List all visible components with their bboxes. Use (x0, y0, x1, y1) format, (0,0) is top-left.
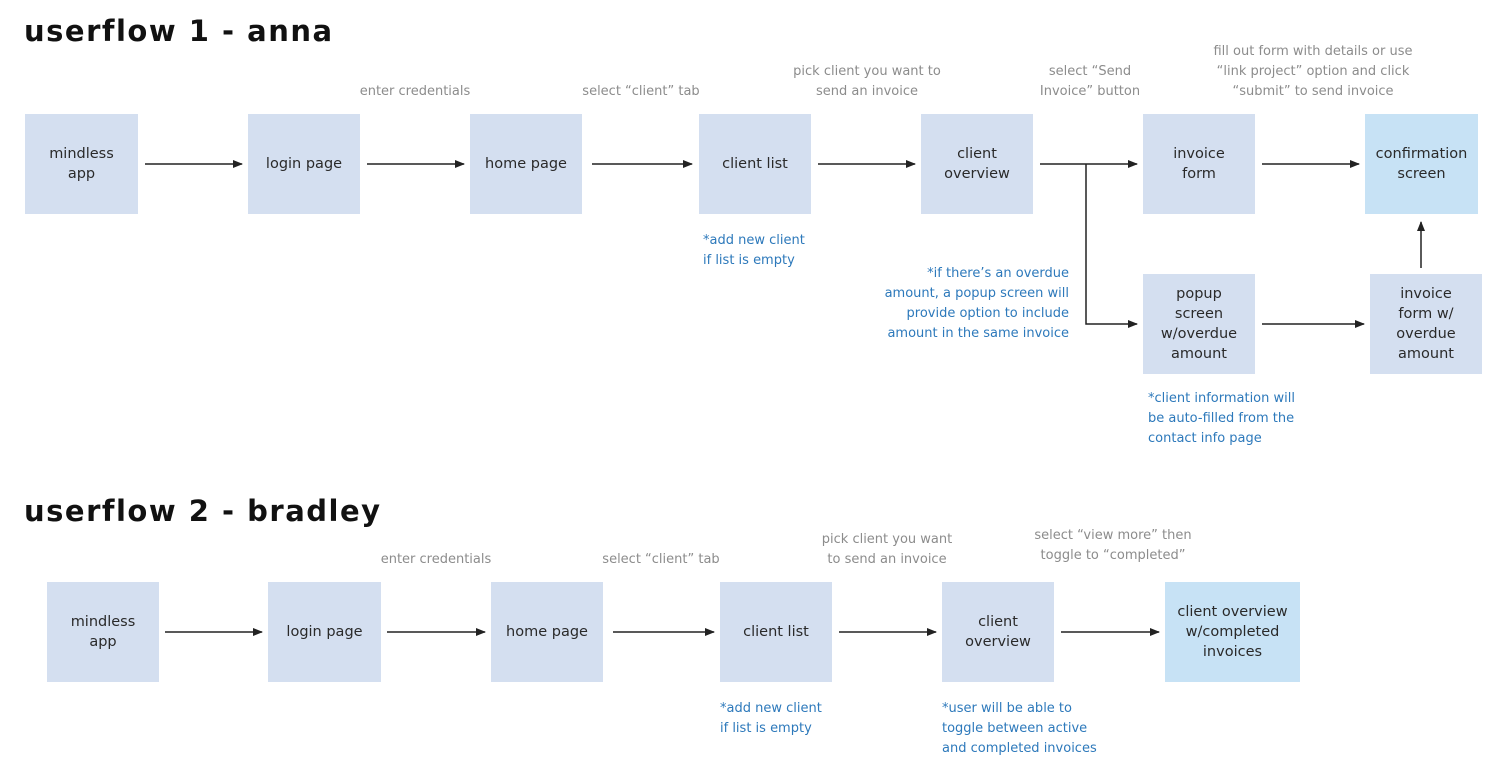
flow1-arrow-overview-to-popup (1085, 164, 1138, 328)
connector-layer (145, 160, 1425, 636)
